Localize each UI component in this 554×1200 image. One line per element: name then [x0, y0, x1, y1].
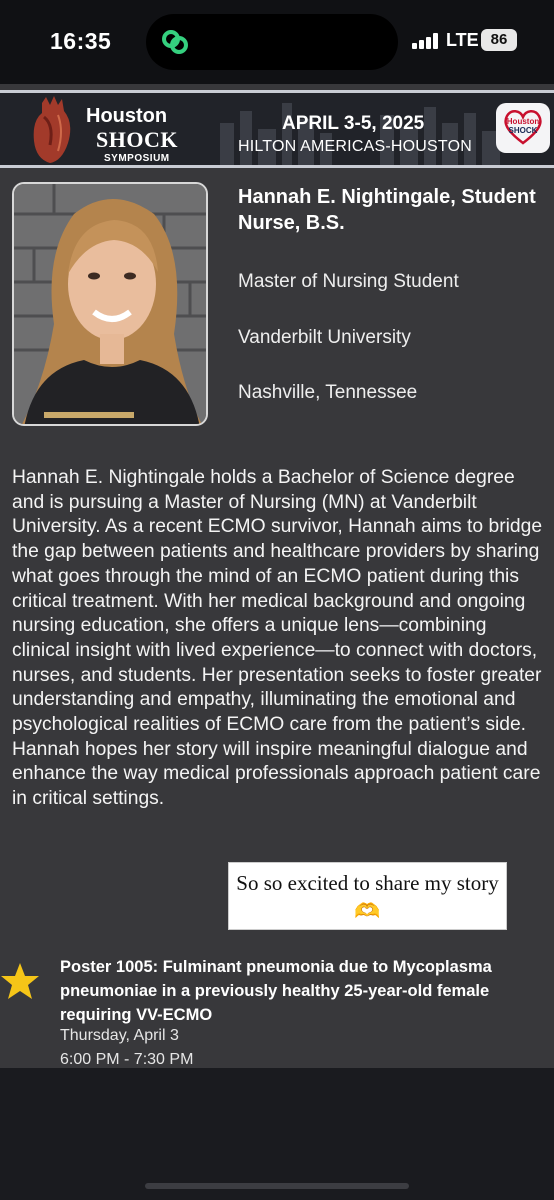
badge-houston: Houston — [506, 117, 540, 126]
symposium-banner: Houston SHOCK SYMPOSIUM APRIL 3-5, 2025 … — [0, 90, 554, 168]
speaker-name: Hannah E. Nightingale, Student Nurse, B.… — [238, 186, 536, 234]
speaker-program: Master of Nursing Student — [238, 271, 459, 292]
story-text-sticker[interactable]: So so excited to share my story 🫶 — [228, 862, 507, 930]
battery-icon: 86 — [481, 29, 517, 51]
speaker-portrait-image — [14, 184, 206, 424]
anatomical-heart-logo — [33, 96, 71, 163]
dynamic-island[interactable] — [146, 14, 398, 70]
houston-shock-heart-badge: Houston SHOCK — [496, 103, 550, 153]
speaker-bio: Hannah E. Nightingale holds a Bachelor o… — [12, 467, 543, 810]
speaker-photo — [12, 182, 208, 426]
speaker-university: Vanderbilt University — [238, 327, 411, 348]
signal-bars-icon — [412, 33, 442, 49]
network-type: LTE — [446, 30, 479, 50]
brand-shock: SHOCK — [96, 127, 178, 152]
brand-symposium: SYMPOSIUM — [104, 153, 170, 164]
badge-shock: SHOCK — [508, 126, 538, 135]
speaker-card: Houston SHOCK SYMPOSIUM APRIL 3-5, 2025 … — [0, 84, 554, 1068]
status-time: 16:35 — [50, 28, 112, 54]
home-indicator[interactable] — [145, 1183, 409, 1189]
event-dates: APRIL 3-5, 2025 — [282, 113, 425, 134]
poster-time: 6:00 PM - 7:30 PM — [60, 1051, 194, 1068]
status-bar: 16:35 LTE 86 — [0, 0, 554, 84]
poster-date: Thursday, April 3 — [60, 1027, 179, 1044]
speaker-location: Nashville, Tennessee — [238, 382, 418, 403]
star-icon[interactable] — [0, 962, 40, 1000]
event-venue: HILTON AMERICAS-HOUSTON — [238, 138, 472, 155]
app-activity-icon[interactable] — [160, 27, 190, 57]
brand-houston: Houston — [86, 105, 168, 127]
poster-title: Poster 1005: Fulminant pneumonia due to … — [60, 958, 492, 1024]
